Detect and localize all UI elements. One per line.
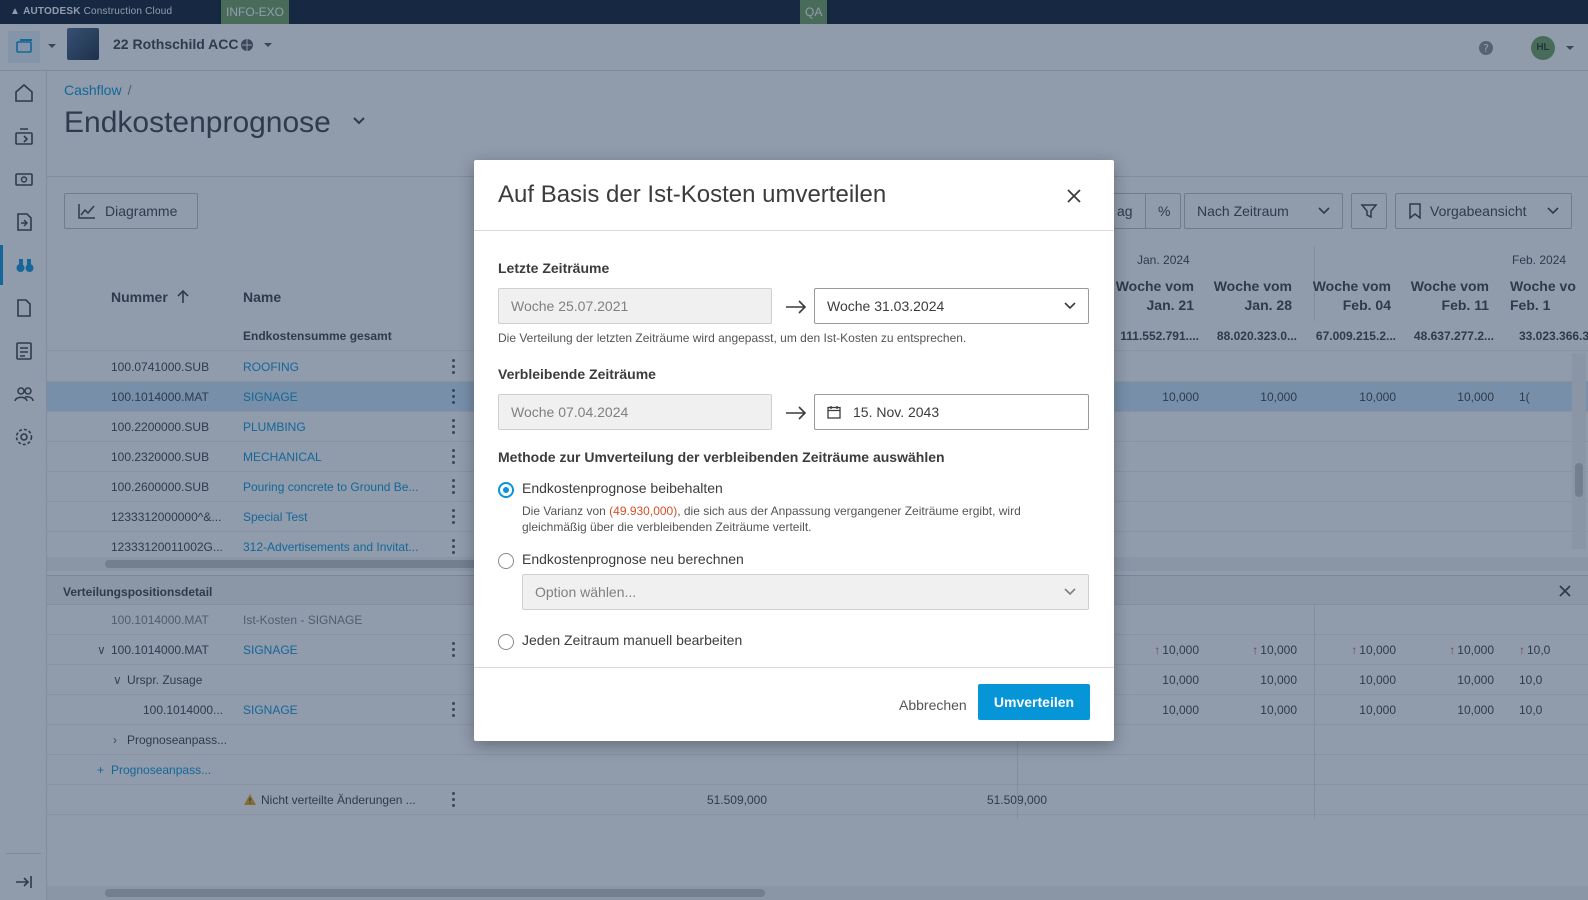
remaining-end-date-value: 15. Nov. 2043 [853, 404, 940, 420]
past-from-field: Woche 25.07.2021 [498, 288, 772, 324]
chevron-down-icon [1064, 302, 1076, 310]
dialog-header-divider [474, 230, 1114, 231]
method-label: Methode zur Umverteilung der verbleibend… [498, 449, 945, 465]
remaining-from-field: Woche 07.04.2024 [498, 394, 772, 430]
radio-keep-forecast[interactable] [498, 482, 514, 498]
chevron-down-icon [1064, 588, 1076, 596]
calendar-icon [827, 406, 841, 419]
option-manual-label[interactable]: Jeden Zeitraum manuell bearbeiten [522, 632, 742, 648]
past-to-value: Woche 31.03.2024 [827, 298, 945, 314]
radio-recalculate-forecast[interactable] [498, 553, 514, 569]
remaining-end-date-picker[interactable]: 15. Nov. 2043 [814, 394, 1089, 430]
dialog-footer-divider [474, 667, 1114, 668]
variance-value: (49.930,000) [609, 504, 678, 518]
option-recalc-label[interactable]: Endkostenprognose neu berechnen [522, 551, 744, 567]
past-periods-help: Die Verteilung der letzten Zeiträume wir… [498, 331, 967, 345]
remaining-from-value: Woche 07.04.2024 [511, 404, 629, 420]
past-periods-label: Letzte Zeiträume [498, 260, 610, 276]
recalc-option-select[interactable]: Option wählen... [522, 574, 1089, 610]
arrow-right-icon [786, 300, 807, 314]
redistribute-dialog: Auf Basis der Ist-Kosten umverteilen Let… [474, 160, 1114, 741]
recalc-option-placeholder: Option wählen... [535, 584, 637, 600]
arrow-right-icon [786, 406, 807, 420]
option-keep-description: Die Varianz von (49.930,000), die sich a… [522, 504, 1021, 534]
cancel-button[interactable]: Abbrechen [899, 687, 967, 723]
radio-manual-edit[interactable] [498, 634, 514, 650]
past-from-value: Woche 25.07.2021 [511, 298, 629, 314]
close-icon[interactable] [1064, 186, 1084, 206]
remaining-periods-label: Verbleibende Zeiträume [498, 366, 656, 382]
redistribute-button[interactable]: Umverteilen [978, 684, 1090, 720]
option-keep-label[interactable]: Endkostenprognose beibehalten [522, 480, 723, 496]
dialog-title: Auf Basis der Ist-Kosten umverteilen [498, 181, 887, 208]
past-to-select[interactable]: Woche 31.03.2024 [814, 288, 1089, 324]
